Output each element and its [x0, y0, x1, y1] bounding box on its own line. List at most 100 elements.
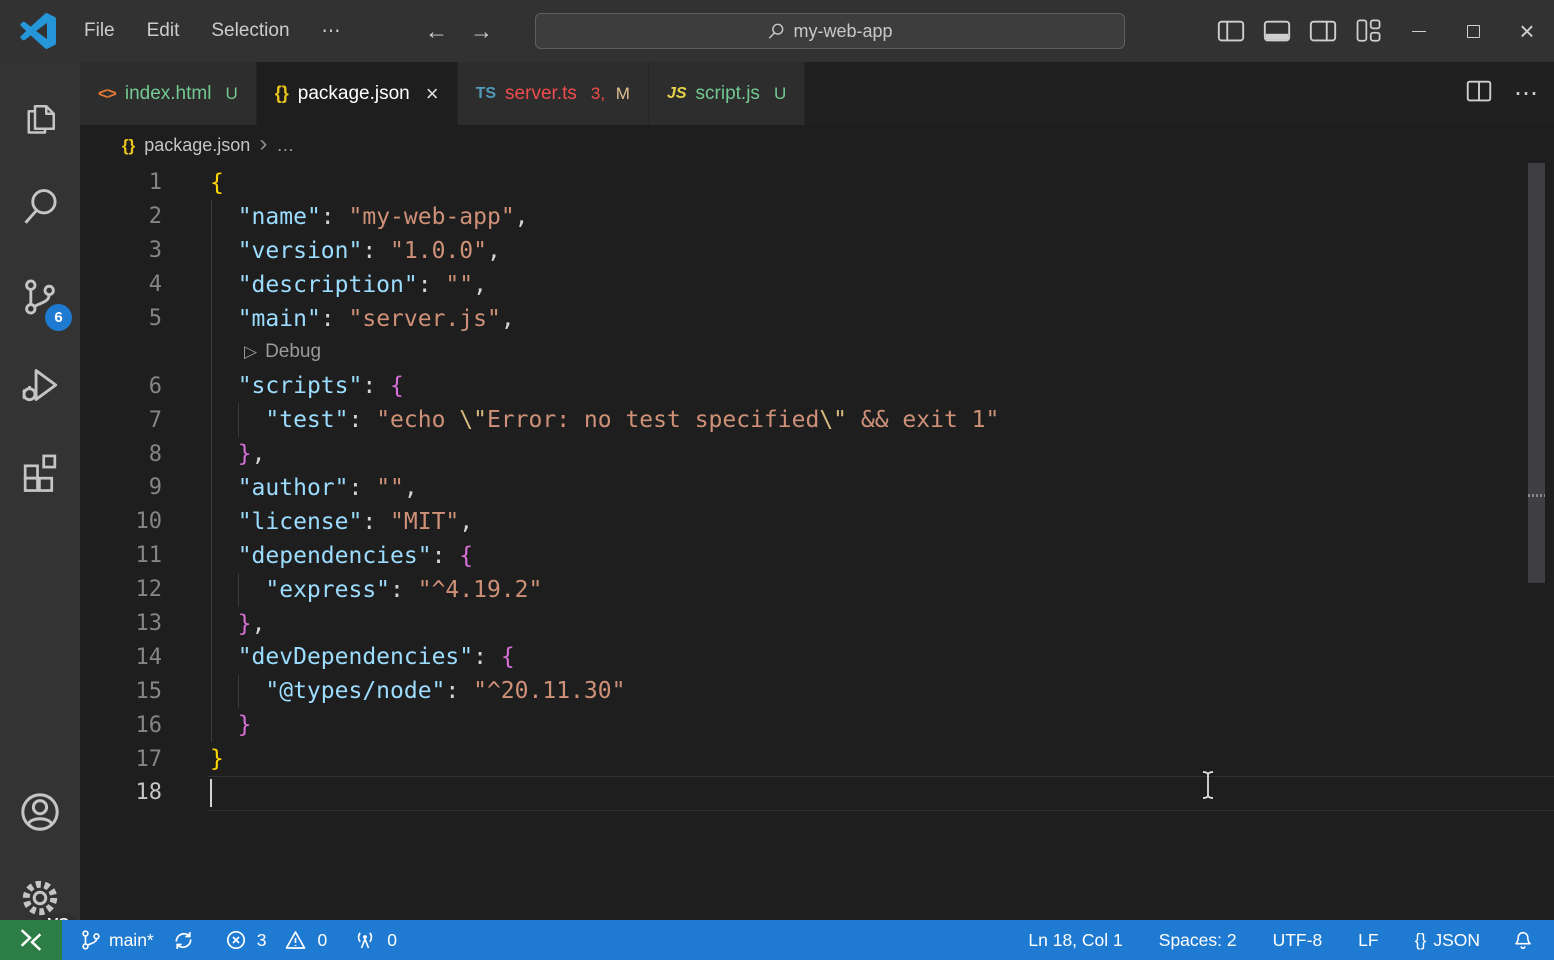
code-text: "author": "",	[210, 475, 418, 501]
toggle-panel-icon[interactable]	[1254, 0, 1300, 62]
code-line-2[interactable]: 2 "name": "my-web-app",	[80, 200, 1554, 234]
code-text: "test": "echo \"Error: no test specified…	[210, 407, 999, 433]
sync-changes-button[interactable]	[168, 920, 199, 960]
code-line-3[interactable]: 3 "version": "1.0.0",	[80, 234, 1554, 268]
indent-guide	[238, 573, 239, 607]
tab-package-json[interactable]: {} package.json ×	[257, 62, 458, 125]
menu-file[interactable]: File	[68, 14, 131, 48]
minimize-button[interactable]	[1392, 0, 1446, 62]
remote-icon	[18, 926, 44, 954]
code-line-13[interactable]: 13 },	[80, 607, 1554, 641]
codelens-debug-link[interactable]: ▷Debug	[80, 335, 1554, 369]
split-editor-icon[interactable]	[1464, 76, 1494, 111]
code-line-16[interactable]: 16 }	[80, 708, 1554, 742]
language-mode-status[interactable]: {} JSON	[1411, 920, 1484, 960]
line-number: 14	[80, 645, 162, 670]
status-bar: main* 3	[0, 920, 1554, 960]
run-and-debug-icon[interactable]	[0, 345, 80, 425]
source-control-icon[interactable]: 6	[0, 257, 80, 337]
sync-icon	[172, 929, 195, 952]
tab-server-ts[interactable]: TS server.ts 3, M	[458, 62, 649, 125]
editor-scrollbar[interactable]	[1528, 163, 1545, 583]
error-count-badge: 3,	[591, 84, 605, 103]
customize-layout-icon[interactable]	[1346, 0, 1392, 62]
close-window-button[interactable]: ×	[1500, 0, 1554, 62]
code-text: "dependencies": {	[210, 543, 473, 569]
eol-status[interactable]: LF	[1354, 920, 1382, 960]
code-line-9[interactable]: 9 "author": "",	[80, 471, 1554, 505]
overview-ruler-marker	[1528, 494, 1545, 497]
notifications-bell-icon[interactable]	[1512, 928, 1534, 952]
html-file-icon: <>	[98, 84, 116, 104]
accounts-icon[interactable]	[0, 772, 80, 852]
go-forward-icon[interactable]: →	[470, 18, 493, 45]
code-text: "license": "MIT",	[210, 509, 473, 535]
code-text: "description": "",	[210, 272, 487, 298]
text-cursor	[210, 779, 212, 807]
code-text: "version": "1.0.0",	[210, 238, 501, 264]
play-icon: ▷	[244, 342, 257, 362]
code-line-11[interactable]: 11 "dependencies": {	[80, 539, 1554, 573]
indent-guide	[238, 403, 239, 437]
code-line-12[interactable]: 12 "express": "^4.19.2"	[80, 573, 1554, 607]
line-number: 11	[80, 543, 162, 568]
breadcrumb: {} package.json › …	[80, 125, 1554, 166]
command-center-search[interactable]: my-web-app	[535, 13, 1125, 49]
code-text: "express": "^4.19.2"	[210, 577, 542, 603]
tab-index-html[interactable]: <> index.html U	[80, 62, 257, 125]
git-branch-status[interactable]: main*	[76, 920, 158, 960]
code-line-17[interactable]: 17}	[80, 742, 1554, 776]
tab-decorations: 3, M	[591, 84, 630, 104]
menu-edit[interactable]: Edit	[131, 14, 196, 48]
indent-guide	[238, 675, 239, 709]
ports-status[interactable]: 0	[353, 928, 397, 952]
maximize-button[interactable]	[1446, 0, 1500, 62]
toggle-primary-sidebar-icon[interactable]	[1208, 0, 1254, 62]
code-text: },	[210, 441, 265, 467]
code-line-5[interactable]: 5 "main": "server.js",	[80, 302, 1554, 336]
line-number: 1	[80, 170, 162, 195]
problems-status[interactable]: 3 0	[225, 929, 327, 951]
encoding-status[interactable]: UTF-8	[1269, 920, 1327, 960]
warning-icon	[284, 929, 307, 951]
code-line-14[interactable]: 14 "devDependencies": {	[80, 640, 1554, 674]
git-modified-badge: M	[616, 84, 630, 103]
menu-overflow[interactable]: ⋯	[306, 14, 357, 49]
git-untracked-badge: U	[225, 84, 237, 104]
remote-indicator[interactable]	[0, 920, 62, 960]
code-text: "devDependencies": {	[210, 644, 515, 670]
indentation-status[interactable]: Spaces: 2	[1155, 920, 1241, 960]
line-number: 12	[80, 577, 162, 602]
code-line-7[interactable]: 7 "test": "echo \"Error: no test specifi…	[80, 403, 1554, 437]
error-icon	[225, 929, 247, 951]
code-line-10[interactable]: 10 "license": "MIT",	[80, 505, 1554, 539]
toggle-secondary-sidebar-icon[interactable]	[1300, 0, 1346, 62]
typescript-file-icon: TS	[476, 85, 496, 103]
editor[interactable]: 1{2 "name": "my-web-app",3 "version": "1…	[80, 166, 1554, 920]
more-actions-icon[interactable]: ⋯	[1514, 79, 1540, 108]
breadcrumb-file[interactable]: package.json	[144, 135, 250, 156]
line-number: 17	[80, 747, 162, 772]
tab-label: index.html	[125, 83, 212, 105]
error-count: 3	[257, 930, 267, 951]
line-number: 15	[80, 679, 162, 704]
extensions-icon[interactable]	[0, 432, 80, 512]
javascript-file-icon: JS	[667, 85, 687, 103]
explorer-icon[interactable]	[0, 80, 80, 160]
line-number: 2	[80, 204, 162, 229]
tab-label: script.js	[696, 83, 760, 105]
code-line-8[interactable]: 8 },	[80, 437, 1554, 471]
go-back-icon[interactable]: ←	[425, 18, 448, 45]
code-line-1[interactable]: 1{	[80, 166, 1554, 200]
menu-selection[interactable]: Selection	[195, 14, 305, 48]
breadcrumb-symbol-path[interactable]: …	[276, 135, 295, 156]
close-tab-icon[interactable]: ×	[426, 83, 439, 105]
tab-script-js[interactable]: JS script.js U	[649, 62, 805, 125]
search-sidebar-icon[interactable]	[0, 167, 80, 247]
cursor-position-status[interactable]: Ln 18, Col 1	[1024, 920, 1126, 960]
line-number: 10	[80, 509, 162, 534]
code-line-6[interactable]: 6 "scripts": {	[80, 369, 1554, 403]
code-line-4[interactable]: 4 "description": "",	[80, 268, 1554, 302]
branch-name: main*	[109, 930, 154, 951]
code-line-15[interactable]: 15 "@types/node": "^20.11.30"	[80, 674, 1554, 708]
